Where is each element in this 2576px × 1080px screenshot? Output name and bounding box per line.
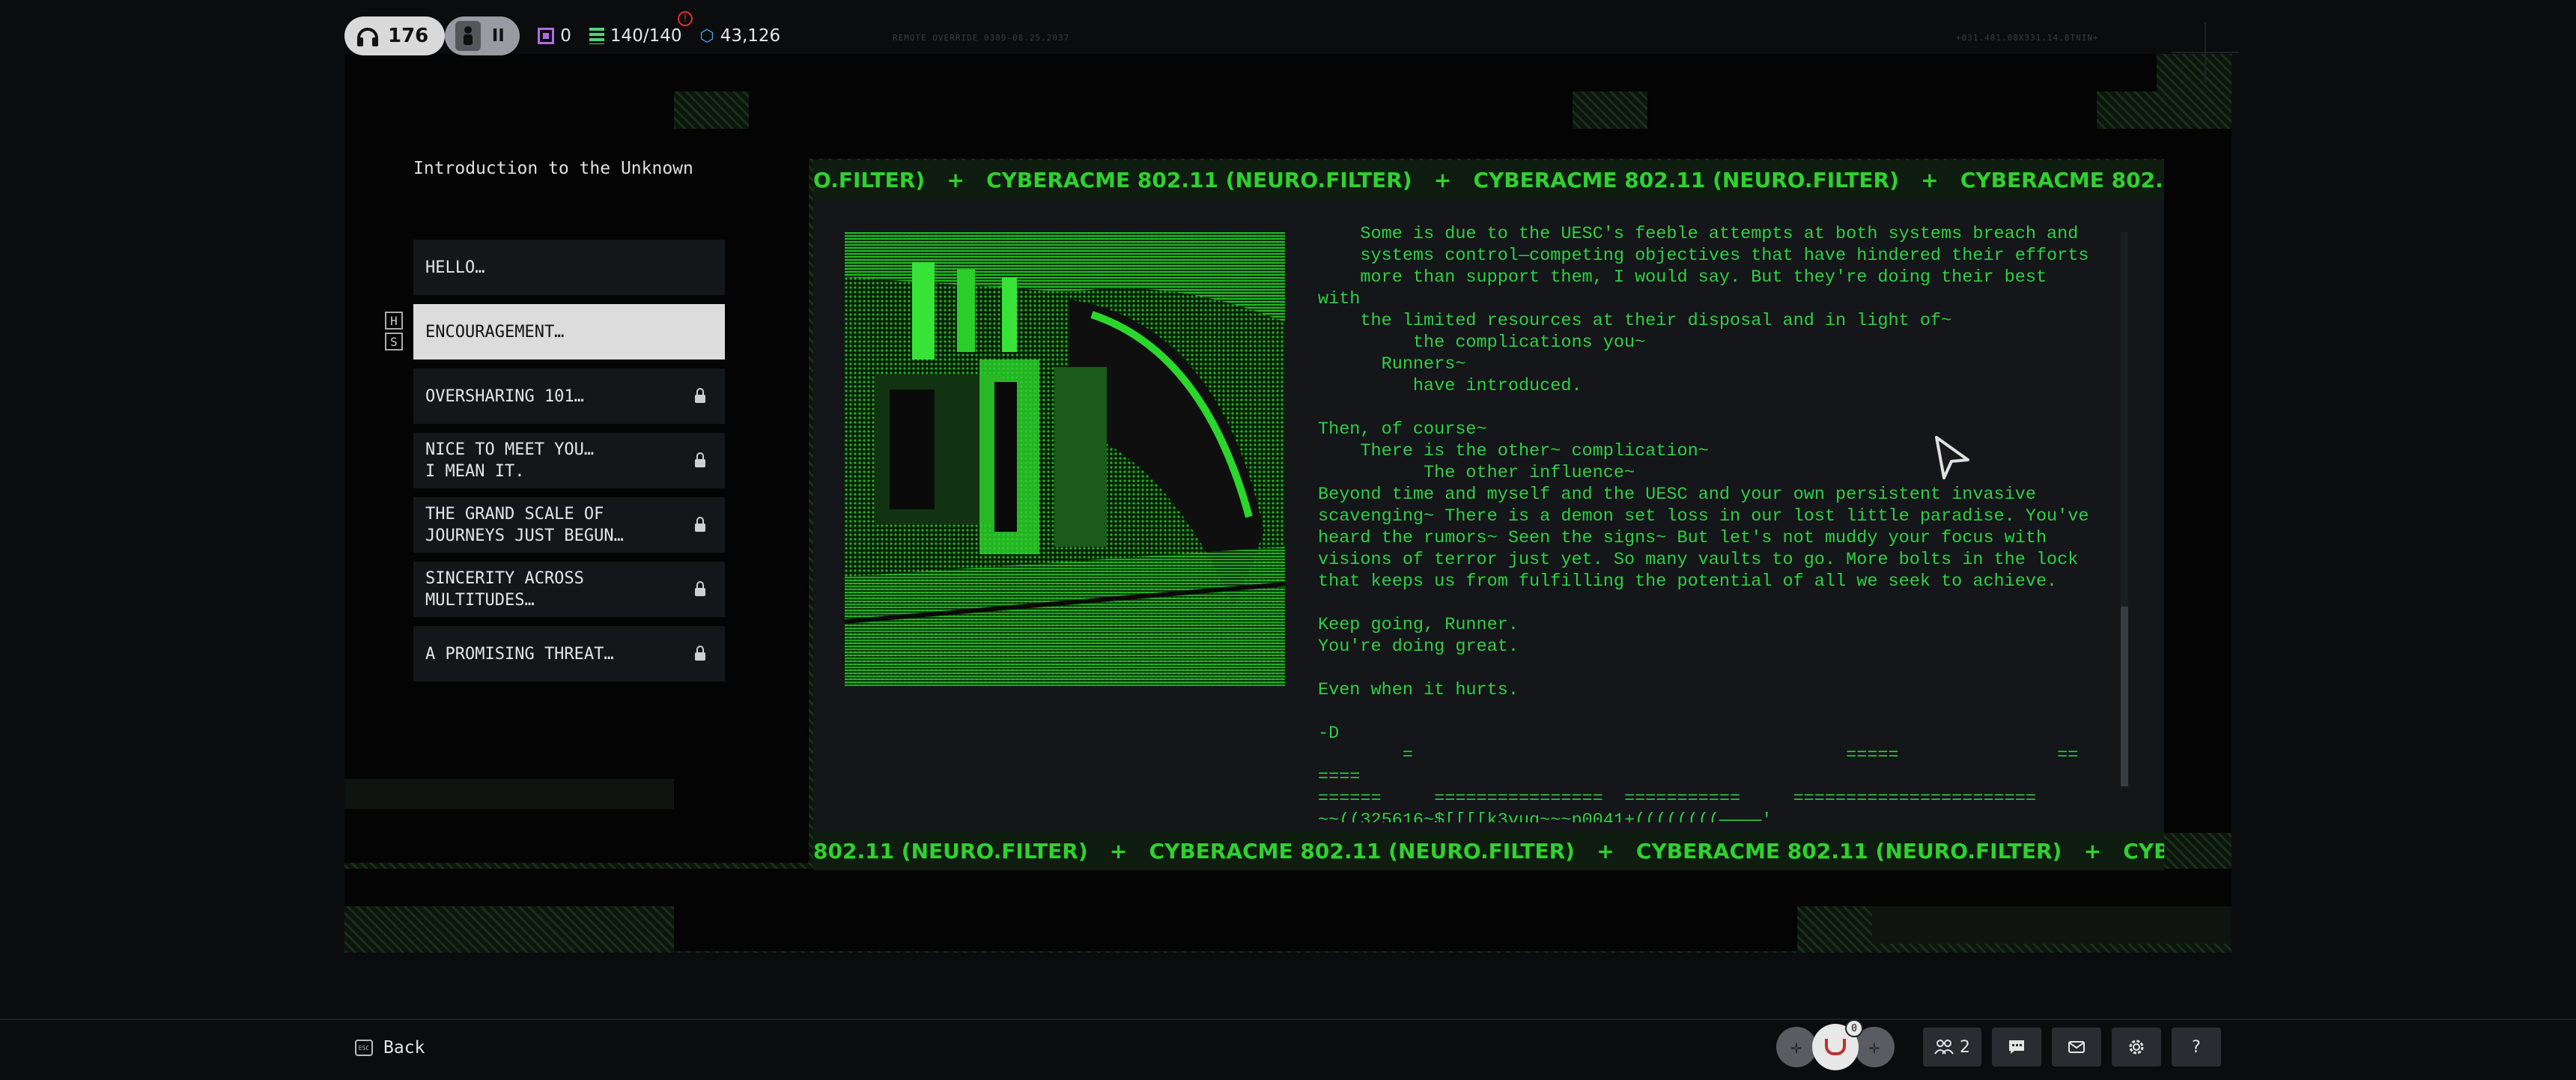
bg-block [344, 91, 674, 129]
ticker-top-text: O.FILTER) + CYBERACME 802.11 (NEURO.FILT… [813, 167, 2164, 192]
faint-status-left: REMOTE OVERRIDE 0389-08.25.2037 [893, 33, 1070, 43]
zoom-control: ✛ 0 ✛ [1776, 1019, 1908, 1070]
mail-button[interactable] [2052, 1028, 2101, 1067]
magnet-button[interactable]: 0 [1812, 1019, 1863, 1070]
mail-icon [2068, 1041, 2085, 1053]
menu-title: Introduction to the Unknown [413, 159, 693, 178]
menu-item-label: OVERSHARING 101… [425, 386, 584, 406]
alert-icon[interactable]: ! [677, 11, 693, 26]
hs-key-bottom: S [385, 333, 403, 351]
credits-value: 43,126 [720, 26, 781, 46]
bg-block [2164, 159, 2232, 833]
settings-button[interactable] [2112, 1028, 2161, 1067]
lock-icon [695, 516, 705, 532]
bg-block [1647, 91, 2097, 129]
message-body: Some is due to the UESC's feeble attempt… [1318, 224, 2089, 822]
menu-item[interactable]: THE GRAND SCALE OF JOURNEYS JUST BEGUN… [413, 497, 725, 553]
menu-item[interactable]: A PROMISING THREAT… [413, 626, 725, 682]
headphones-pill[interactable]: 176 [344, 16, 446, 55]
menu-item-label: HELLO… [425, 258, 485, 277]
message-scrollbar[interactable] [2121, 232, 2128, 786]
headphones-count: 176 [388, 25, 429, 47]
headphones-icon [357, 28, 378, 46]
menu-item-label: THE GRAND SCALE OF JOURNEYS JUST BEGUN… [425, 505, 624, 545]
gear-icon [2129, 1040, 2144, 1055]
top-hud: 176 II 0 140/140 ! ⬡ 43,126 [344, 11, 780, 57]
credits-icon: ⬡ [699, 26, 714, 46]
esc-key-icon: ESC [355, 1040, 373, 1056]
back-button[interactable]: ESC Back [355, 1038, 425, 1058]
magnet-badge: 0 [1845, 1019, 1863, 1037]
party-button[interactable]: 2 [1923, 1028, 1981, 1067]
scroll-thumb[interactable] [2121, 607, 2128, 786]
mode-toggle[interactable]: II [445, 16, 520, 55]
capacity-stat: 140/140 ! [589, 11, 693, 46]
bottom-buttons: 2 ? [1923, 1028, 2221, 1067]
hs-key-top: H [385, 312, 403, 330]
menu-item-label: SINCERITY ACROSS MULTITUDES… [425, 569, 584, 610]
zoom-out-button[interactable]: ✛ [1776, 1027, 1817, 1067]
bg-block [749, 91, 1573, 129]
menu-item[interactable]: OVERSHARING 101… [413, 368, 725, 424]
menu-item[interactable]: HELLO… [413, 240, 725, 295]
bg-block [344, 54, 2157, 91]
bg-block [344, 869, 2232, 906]
back-label: Back [383, 1038, 425, 1058]
lock-icon [695, 452, 705, 467]
crosshair-icon [2172, 22, 2239, 82]
bg-block [1872, 906, 2232, 944]
bg-block [344, 129, 2232, 159]
message-list: HELLO… ENCOURAGEMENT… OVERSHARING 101… NICE… [413, 240, 725, 691]
purple-stat: 0 [538, 26, 571, 46]
figure-icon [455, 21, 482, 51]
message-artwork [845, 232, 1285, 686]
capacity-value: 140/140 [610, 26, 682, 46]
menu-item-label: ENCOURAGEMENT… [425, 322, 565, 342]
help-icon: ? [2192, 1037, 2201, 1057]
ticker-bottom-text: 802.11 (NEURO.FILTER) + CYBERACME 802.11… [813, 838, 2164, 864]
menu-item-label: A PROMISING THREAT… [425, 644, 614, 664]
menu-item-label: NICE TO MEET YOU… I MEAN IT. [425, 440, 595, 481]
ticker-top: O.FILTER) + CYBERACME 802.11 (NEURO.FILT… [813, 160, 2164, 199]
bg-block [674, 906, 1797, 951]
bg-block [344, 779, 674, 809]
message-panel: O.FILTER) + CYBERACME 802.11 (NEURO.FILT… [813, 160, 2164, 870]
lock-icon [695, 580, 705, 596]
purple-stat-value: 0 [560, 26, 571, 46]
menu-item[interactable]: NICE TO MEET YOU… I MEAN IT. [413, 433, 725, 488]
help-button[interactable]: ? [2172, 1028, 2221, 1067]
faint-status-right: +031.481.08X331.14.0TNIN+ [1956, 33, 2099, 43]
menu-item[interactable]: ENCOURAGEMENT… [413, 304, 725, 360]
chat-button[interactable] [1992, 1028, 2041, 1067]
people-icon [1934, 1040, 1954, 1055]
lock-icon [695, 387, 705, 403]
stack-icon [589, 28, 604, 44]
lock-icon [695, 645, 705, 661]
credits-stat: ⬡ 43,126 [699, 26, 780, 46]
magnet-icon [1825, 1039, 1846, 1055]
chip-icon [538, 28, 555, 44]
mouse-cursor-icon [1935, 436, 1969, 479]
menu-item[interactable]: SINCERITY ACROSS MULTITUDES… [413, 562, 725, 617]
chat-icon [2009, 1040, 2024, 1054]
machinery-illustration [845, 232, 1285, 686]
mode-label: II [491, 26, 505, 46]
party-count: 2 [1960, 1037, 1970, 1057]
ticker-bottom: 802.11 (NEURO.FILTER) + CYBERACME 802.11… [813, 831, 2164, 870]
